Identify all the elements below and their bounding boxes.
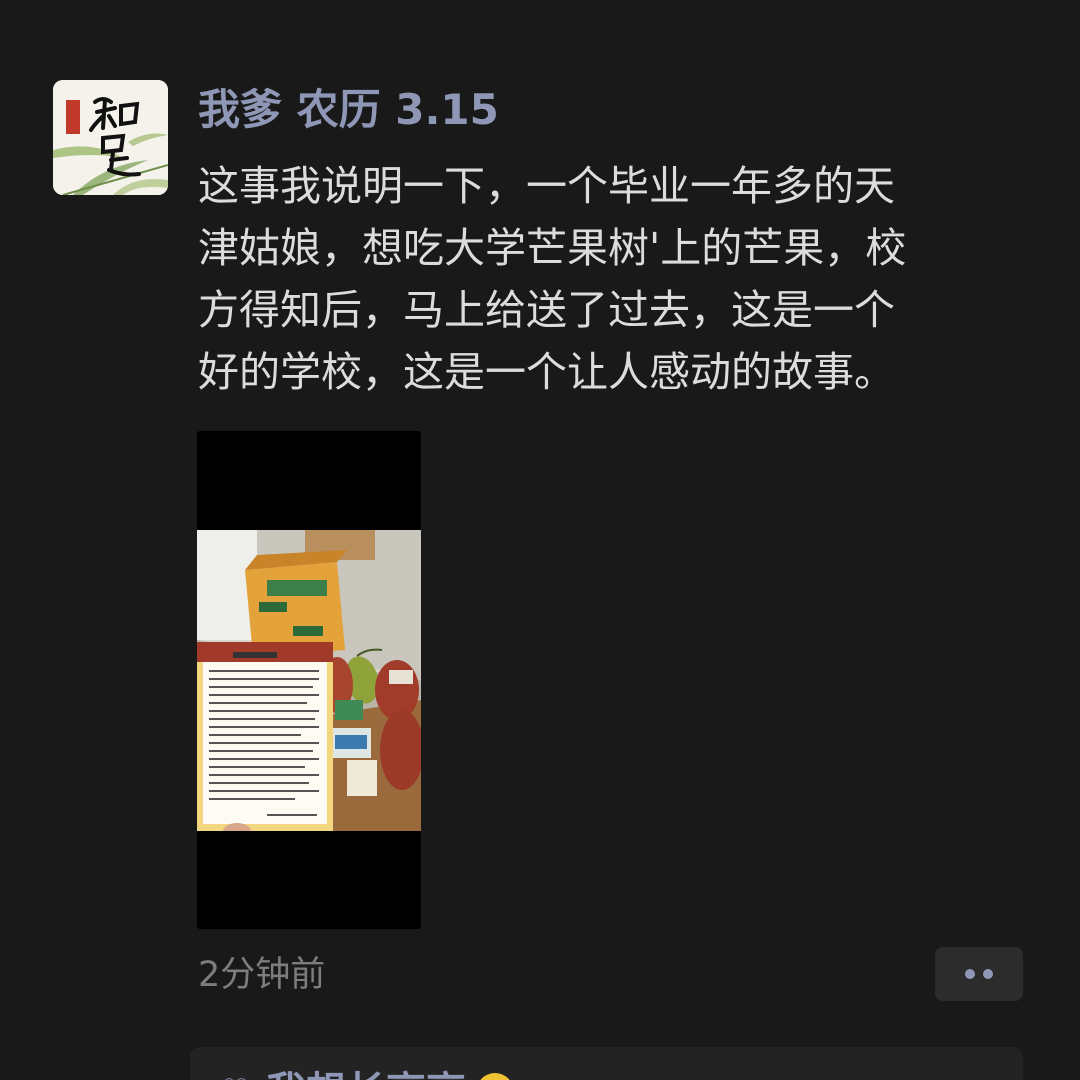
mango-box-video-frame	[197, 530, 421, 831]
video-thumbnail[interactable]	[197, 431, 421, 929]
author-name[interactable]: 我爹 农历 3.15	[198, 82, 499, 138]
post-timestamp: 2分钟前	[198, 955, 326, 995]
avatar[interactable]	[53, 80, 168, 195]
more-actions-button[interactable]	[935, 947, 1023, 1001]
two-dots-icon	[983, 969, 993, 979]
like-user-name[interactable]: 我想长高高	[266, 1067, 466, 1080]
post-text-line: 好的学校，这是一个让人感动的故事。	[198, 348, 895, 396]
zhizu-calligraphy-icon	[53, 80, 168, 195]
smiley-emoji-icon	[476, 1073, 514, 1080]
moments-feed: 我爹 农历 3.15 这事我说明一下，一个毕业一年多的天 津姑娘，想吃大学芒果树…	[0, 0, 1080, 1080]
post-text-line: 津姑娘，想吃大学芒果树'上的芒果，校	[198, 224, 907, 272]
likes-panel: ♡ 我想长高高	[190, 1047, 1023, 1080]
post-text-line: 方得知后，马上给送了过去，这是一个	[198, 286, 895, 334]
heart-icon: ♡	[220, 1074, 256, 1080]
two-dots-icon	[965, 969, 975, 979]
post-text: 这事我说明一下，一个毕业一年多的天 津姑娘，想吃大学芒果树'上的芒果，校 方得知…	[198, 155, 1018, 403]
post-text-line: 这事我说明一下，一个毕业一年多的天	[198, 162, 895, 210]
likes-row: ♡ 我想长高高	[220, 1067, 514, 1080]
